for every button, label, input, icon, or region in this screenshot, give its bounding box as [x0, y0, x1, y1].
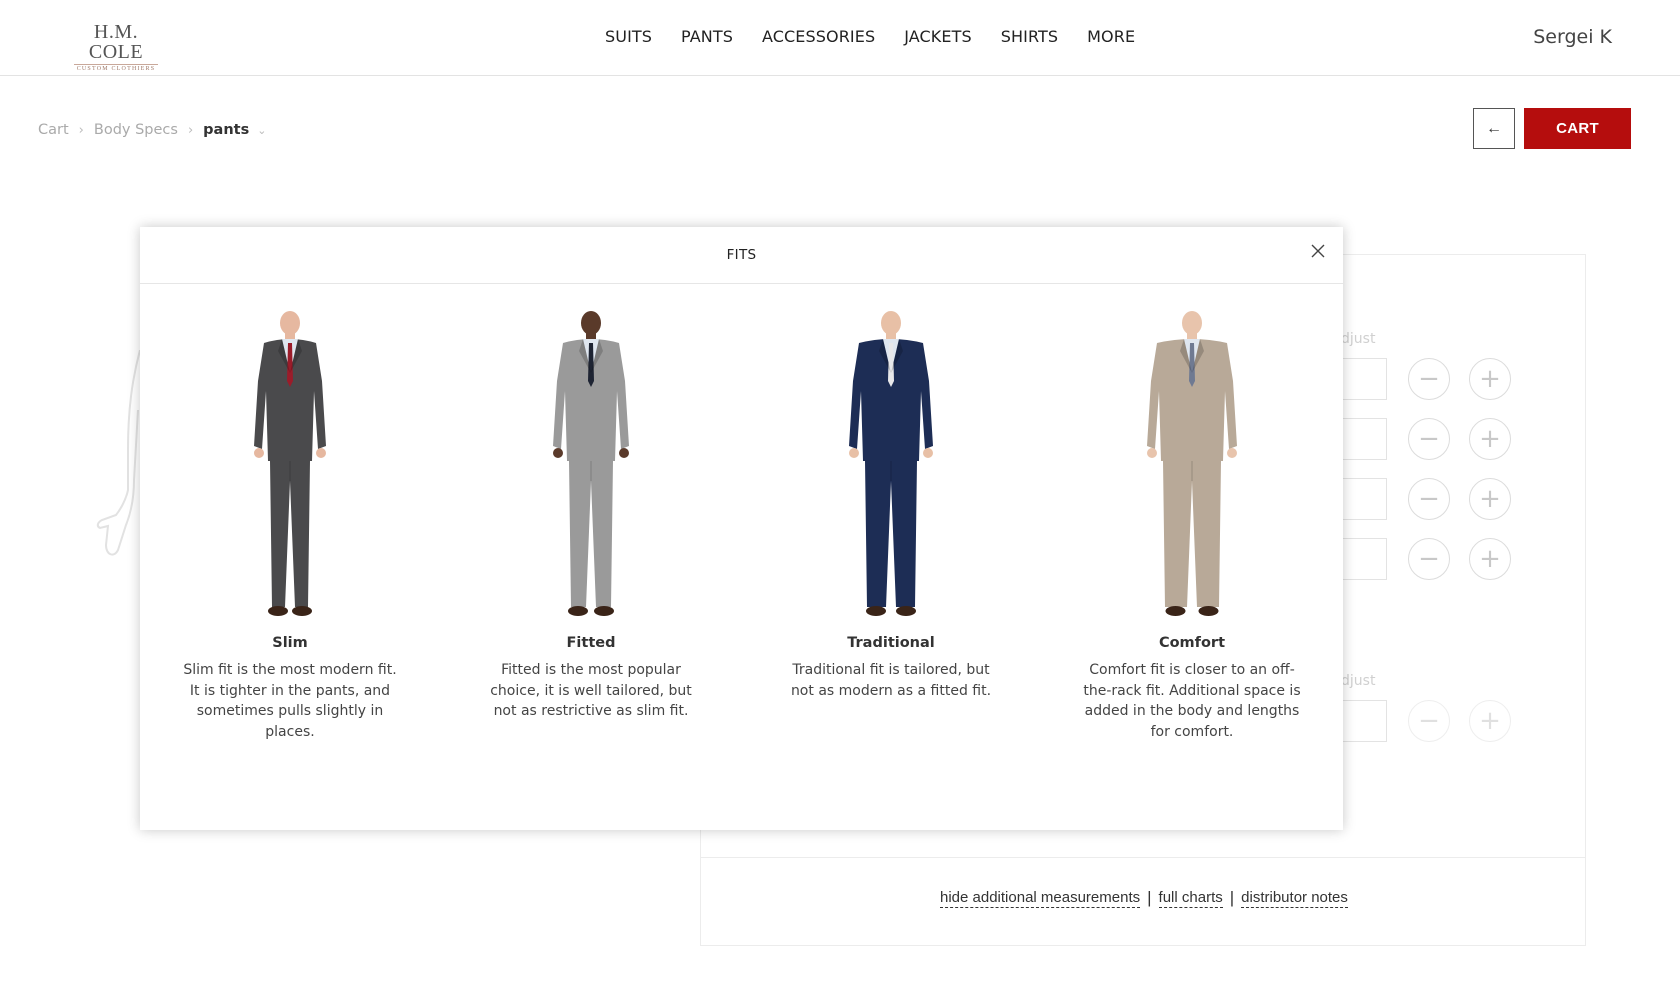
plus-button[interactable]: +: [1469, 358, 1511, 400]
close-button[interactable]: [1307, 240, 1329, 262]
nav-item-pants[interactable]: PANTS: [681, 27, 733, 46]
brand-name: H.M. COLE: [88, 21, 144, 63]
brand-logo[interactable]: H.M. COLE CUSTOM CLOTHIERS: [68, 22, 164, 73]
suit-model-image: [254, 311, 326, 616]
nav-item-suits[interactable]: SUITS: [605, 27, 652, 46]
nav-item-jackets[interactable]: JACKETS: [904, 27, 972, 46]
breadcrumb: Cart › Body Specs › pants ⌄: [38, 122, 266, 138]
fit-option-fitted[interactable]: Fitted Fitted is the most popular choice…: [481, 307, 701, 722]
fit-option-traditional[interactable]: Traditional Traditional fit is tailored,…: [781, 307, 1001, 701]
fit-name: Fitted: [566, 635, 616, 651]
distributor-notes-link[interactable]: distributor notes: [1241, 889, 1348, 908]
adjust-label: djust: [1341, 331, 1376, 347]
chevron-down-icon[interactable]: ⌄: [257, 124, 266, 137]
breadcrumb-current[interactable]: pants: [203, 122, 249, 138]
fit-description: Comfort fit is closer to an off-the-rack…: [1083, 662, 1301, 740]
fit-name: Traditional: [847, 635, 935, 651]
fits-modal: FITS Slim Slim fit is the most modern fi…: [140, 227, 1343, 830]
panel-divider: [701, 857, 1585, 858]
user-menu[interactable]: Sergei K: [1533, 26, 1612, 48]
measurement-input[interactable]: [1341, 538, 1387, 580]
link-separator: |: [1229, 888, 1235, 907]
breadcrumb-cart[interactable]: Cart: [38, 122, 69, 138]
suit-model-image: [849, 311, 933, 616]
fit-name: Slim: [272, 635, 308, 651]
suit-figure-comfort: [1082, 307, 1302, 623]
fit-name: Comfort: [1158, 635, 1226, 651]
suit-model-image: [1147, 311, 1237, 616]
minus-button[interactable]: −: [1408, 418, 1450, 460]
minus-button[interactable]: −: [1408, 358, 1450, 400]
nav-item-more[interactable]: MORE: [1087, 27, 1135, 46]
fit-option-comfort[interactable]: Comfort Comfort fit is closer to an off-…: [1082, 307, 1302, 742]
main-nav: SUITS PANTS ACCESSORIES JACKETS SHIRTS M…: [605, 27, 1135, 46]
nav-item-accessories[interactable]: ACCESSORIES: [762, 27, 875, 46]
link-separator: |: [1147, 888, 1152, 907]
full-charts-link[interactable]: full charts: [1158, 889, 1223, 908]
chevron-right-icon: ›: [78, 122, 84, 138]
fit-description: Traditional fit is tailored, but not as …: [790, 662, 992, 699]
minus-button[interactable]: −: [1408, 700, 1450, 742]
measurement-input[interactable]: [1341, 358, 1387, 400]
fit-description: Fitted is the most popular choice, it is…: [490, 662, 692, 719]
plus-button[interactable]: +: [1469, 418, 1511, 460]
brand-tagline: CUSTOM CLOTHIERS: [76, 66, 156, 72]
measurement-input[interactable]: [1341, 418, 1387, 460]
adjust-label: djust: [1341, 673, 1376, 689]
suit-figure-traditional: [781, 307, 1001, 623]
suit-figure-slim: [180, 307, 400, 623]
suit-figure-fitted: [481, 307, 701, 623]
nav-item-shirts[interactable]: SHIRTS: [1001, 27, 1058, 46]
modal-title: FITS: [726, 247, 757, 263]
suit-model-image: [553, 311, 629, 616]
plus-button[interactable]: +: [1469, 538, 1511, 580]
logo-divider: [74, 64, 158, 65]
fit-description: Slim fit is the most modern fit. It is t…: [183, 662, 397, 740]
modal-header: FITS: [140, 227, 1343, 284]
measurement-links: hide additional measurements | full char…: [940, 888, 1348, 908]
plus-button[interactable]: +: [1469, 478, 1511, 520]
measurement-input[interactable]: [1341, 700, 1387, 742]
arrow-left-icon: ←: [1486, 119, 1502, 137]
site-header: H.M. COLE CUSTOM CLOTHIERS SUITS PANTS A…: [0, 0, 1680, 76]
back-button[interactable]: ←: [1473, 108, 1515, 149]
plus-button[interactable]: +: [1469, 700, 1511, 742]
minus-button[interactable]: −: [1408, 538, 1450, 580]
fit-option-slim[interactable]: Slim Slim fit is the most modern fit. It…: [180, 307, 400, 742]
close-icon: [1311, 244, 1325, 258]
cart-button[interactable]: CART: [1524, 108, 1631, 149]
measurement-input[interactable]: [1341, 478, 1387, 520]
hide-measurements-link[interactable]: hide additional measurements: [940, 889, 1141, 908]
breadcrumb-body-specs[interactable]: Body Specs: [94, 122, 178, 138]
chevron-right-icon: ›: [187, 122, 194, 138]
body-diagram-sketch: [96, 350, 141, 556]
minus-button[interactable]: −: [1408, 478, 1450, 520]
